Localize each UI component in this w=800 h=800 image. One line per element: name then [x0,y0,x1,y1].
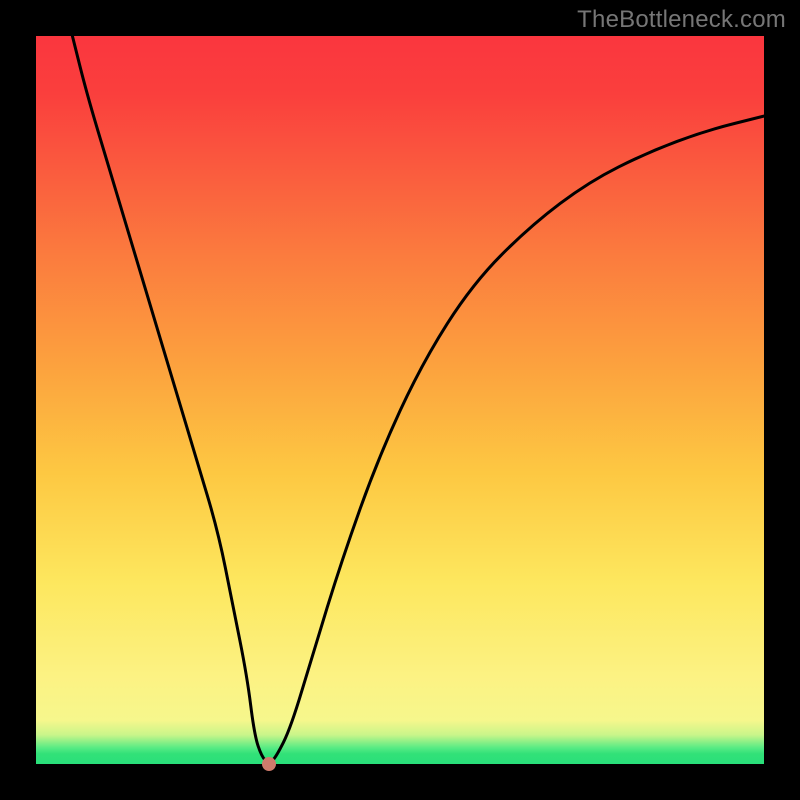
bottleneck-curve [72,36,764,762]
watermark-text: TheBottleneck.com [577,6,786,34]
optimal-point-dot [262,757,276,771]
plot-area [36,36,764,764]
curve-svg [36,36,764,764]
chart-frame: TheBottleneck.com [0,0,800,800]
